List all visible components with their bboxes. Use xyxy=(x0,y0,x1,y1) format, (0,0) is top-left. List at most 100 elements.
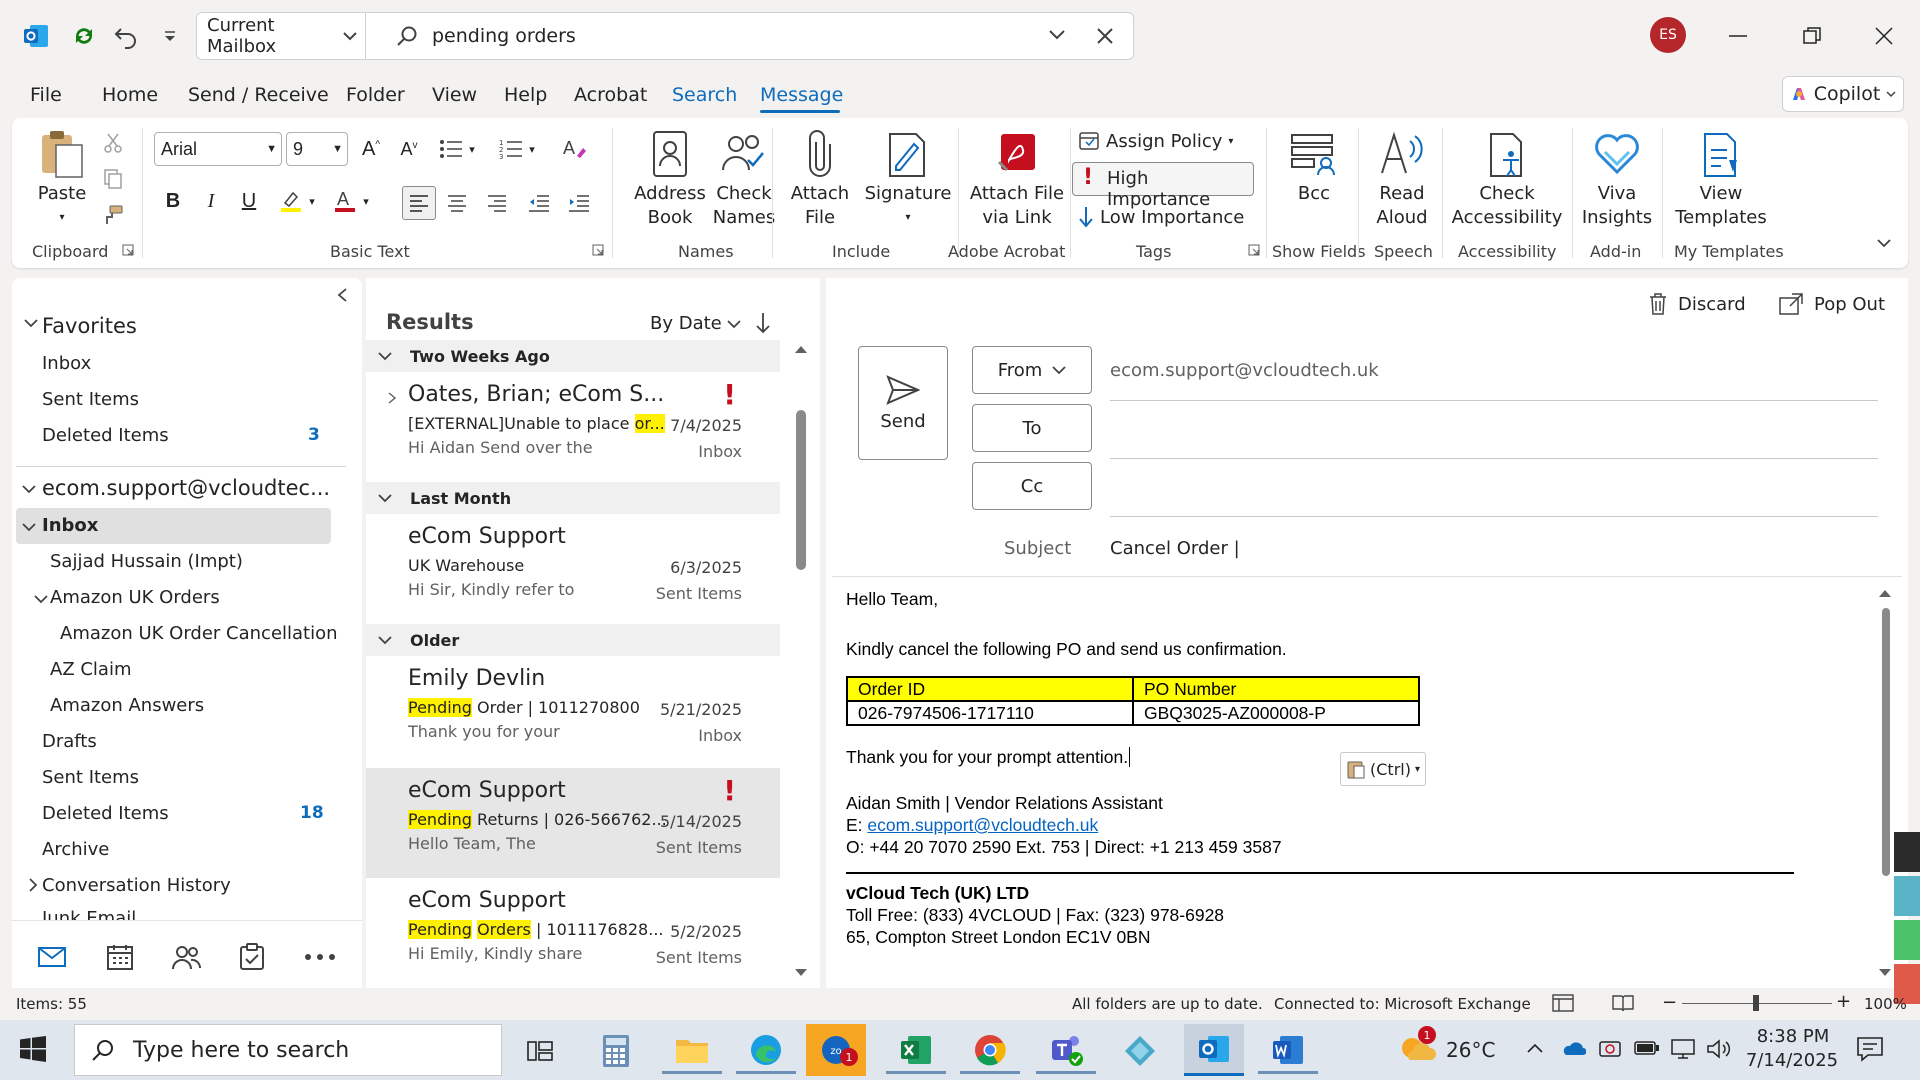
excel-icon[interactable] xyxy=(886,1028,946,1074)
cut-icon[interactable] xyxy=(98,128,128,158)
list-item-selected[interactable]: eCom Support ! Pending Returns | 026-566… xyxy=(366,768,780,878)
minimize-icon[interactable] xyxy=(1718,18,1758,54)
clock-time[interactable]: 8:38 PM xyxy=(1748,1026,1838,1047)
folder-az-claim[interactable]: AZ Claim xyxy=(50,659,132,680)
viva-insights-button[interactable]: Viva Insights xyxy=(1576,128,1658,230)
side-app-tab[interactable] xyxy=(1894,920,1920,960)
task-view-icon[interactable] xyxy=(510,1028,570,1074)
paste-options-button[interactable]: (Ctrl) ▾ xyxy=(1340,752,1426,786)
undo-icon[interactable] xyxy=(108,18,144,54)
tab-file[interactable]: File xyxy=(30,84,62,106)
signature-button[interactable]: Signature ▾ xyxy=(860,128,956,230)
tab-send-receive[interactable]: Send / Receive xyxy=(188,84,329,106)
attach-via-link-button[interactable]: Attach File via Link xyxy=(962,128,1072,230)
scrollbar-thumb[interactable] xyxy=(1882,608,1890,876)
pop-out-button[interactable]: Pop Out xyxy=(1778,292,1885,316)
tab-view[interactable]: View xyxy=(432,84,477,106)
to-button[interactable]: To xyxy=(972,404,1092,452)
zoom-slider-thumb[interactable] xyxy=(1753,995,1759,1011)
dialog-launcher-icon[interactable] xyxy=(592,244,604,256)
align-left-icon[interactable] xyxy=(402,186,436,220)
sync-icon[interactable] xyxy=(66,18,102,54)
more-apps-icon[interactable] xyxy=(302,939,338,975)
tasks-icon[interactable] xyxy=(234,939,270,975)
low-importance-button[interactable]: Low Importance xyxy=(1078,206,1244,228)
favorites-header[interactable]: Favorites xyxy=(42,314,137,338)
zoom-in-icon[interactable]: + xyxy=(1836,991,1851,1012)
tab-acrobat[interactable]: Acrobat xyxy=(574,84,647,106)
view-templates-button[interactable]: View Templates xyxy=(1664,128,1778,230)
folder-amazon-uk-orders[interactable]: Amazon UK Orders xyxy=(50,587,220,608)
list-item[interactable]: eCom Support Pending Orders | 1011176828… xyxy=(366,878,780,988)
zoom-out-icon[interactable]: − xyxy=(1662,992,1677,1013)
chevron-down-icon[interactable] xyxy=(34,594,48,604)
windows-start-icon[interactable] xyxy=(20,1036,46,1062)
search-options-chevron-icon[interactable] xyxy=(1048,29,1066,41)
dialog-launcher-icon[interactable] xyxy=(122,244,134,256)
clear-search-icon[interactable] xyxy=(1096,27,1114,45)
taskbar-search[interactable]: Type here to search xyxy=(74,1024,502,1076)
zoom-level[interactable]: 100% xyxy=(1864,995,1907,1013)
network-icon[interactable] xyxy=(1670,1038,1696,1060)
increase-indent-icon[interactable] xyxy=(564,188,594,218)
folder-archive[interactable]: Archive xyxy=(42,839,109,860)
clock-date[interactable]: 7/14/2025 xyxy=(1742,1050,1842,1071)
collapse-folder-pane-icon[interactable] xyxy=(336,288,348,302)
search-input[interactable]: pending orders xyxy=(432,25,576,47)
font-name-select[interactable]: Arial ▼ xyxy=(154,132,282,166)
sort-direction-icon[interactable] xyxy=(756,312,770,334)
expand-conversation-icon[interactable] xyxy=(388,392,396,404)
tab-search[interactable]: Search xyxy=(672,84,737,106)
check-accessibility-button[interactable]: Check Accessibility xyxy=(1444,128,1570,230)
tab-folder[interactable]: Folder xyxy=(346,84,405,106)
group-header-two-weeks-ago[interactable]: Two Weeks Ago xyxy=(366,340,780,372)
restore-icon[interactable] xyxy=(1792,18,1832,54)
chevron-down-icon[interactable] xyxy=(24,318,38,328)
send-button[interactable]: Send xyxy=(858,346,948,460)
list-item[interactable]: Emily Devlin Pending Order | 1011270800 … xyxy=(366,656,780,766)
font-size-select[interactable]: 9 ▼ xyxy=(286,132,348,166)
onedrive-icon[interactable] xyxy=(1560,1040,1586,1056)
assign-policy-button[interactable]: Assign Policy ▾ xyxy=(1078,130,1233,152)
normal-view-icon[interactable] xyxy=(1552,994,1574,1012)
battery-icon[interactable] xyxy=(1634,1040,1660,1056)
folder-junk-email[interactable]: Junk Email xyxy=(42,908,136,920)
edge-browser-icon[interactable] xyxy=(736,1028,796,1074)
chevron-right-icon[interactable] xyxy=(28,878,38,892)
font-color-dropdown-icon[interactable]: ▾ xyxy=(356,186,376,216)
chevron-down-icon[interactable] xyxy=(22,484,36,494)
align-center-icon[interactable] xyxy=(442,188,472,218)
decrease-font-size-icon[interactable]: Av xyxy=(394,134,424,164)
bcc-button[interactable]: Bcc xyxy=(1272,128,1356,206)
people-icon[interactable] xyxy=(168,939,204,975)
search-box[interactable]: pending orders xyxy=(366,12,1134,60)
tab-home[interactable]: Home xyxy=(102,84,158,106)
scroll-down-icon[interactable] xyxy=(1878,968,1892,978)
teams-icon[interactable] xyxy=(1036,1028,1096,1074)
scroll-up-icon[interactable] xyxy=(794,344,808,354)
favorite-deleted-items[interactable]: Deleted Items xyxy=(42,425,169,446)
close-icon[interactable] xyxy=(1864,18,1904,54)
clear-formatting-icon[interactable]: A xyxy=(560,134,590,164)
numbering-dropdown-icon[interactable]: ▾ xyxy=(522,134,542,164)
attach-file-button[interactable]: Attach File xyxy=(780,128,860,230)
from-button[interactable]: From xyxy=(972,346,1092,394)
check-names-button[interactable]: Check Names xyxy=(694,128,794,230)
cc-button[interactable]: Cc xyxy=(972,462,1092,510)
highlight-dropdown-icon[interactable]: ▾ xyxy=(302,186,322,216)
sort-by-date-button[interactable]: By Date xyxy=(650,313,742,334)
cc-input[interactable] xyxy=(1110,466,1878,510)
favorite-sent-items[interactable]: Sent Items xyxy=(42,389,139,410)
underline-icon[interactable]: U xyxy=(234,186,264,216)
notifications-icon[interactable] xyxy=(1856,1036,1884,1062)
scrollbar-thumb[interactable] xyxy=(796,410,806,570)
paste-button[interactable]: Paste ▾ xyxy=(32,128,92,230)
folder-sajjad-hussain[interactable]: Sajjad Hussain (Impt) xyxy=(50,551,243,572)
favorite-inbox[interactable]: Inbox xyxy=(42,353,91,374)
high-importance-button[interactable]: ! High Importance xyxy=(1072,162,1254,210)
dialog-launcher-icon[interactable] xyxy=(1248,244,1260,256)
read-aloud-button[interactable]: Read Aloud xyxy=(1364,128,1440,230)
format-painter-icon[interactable] xyxy=(98,200,128,230)
customize-toolbar-icon[interactable] xyxy=(152,18,188,54)
subject-input[interactable]: Cancel Order | xyxy=(1110,538,1240,559)
